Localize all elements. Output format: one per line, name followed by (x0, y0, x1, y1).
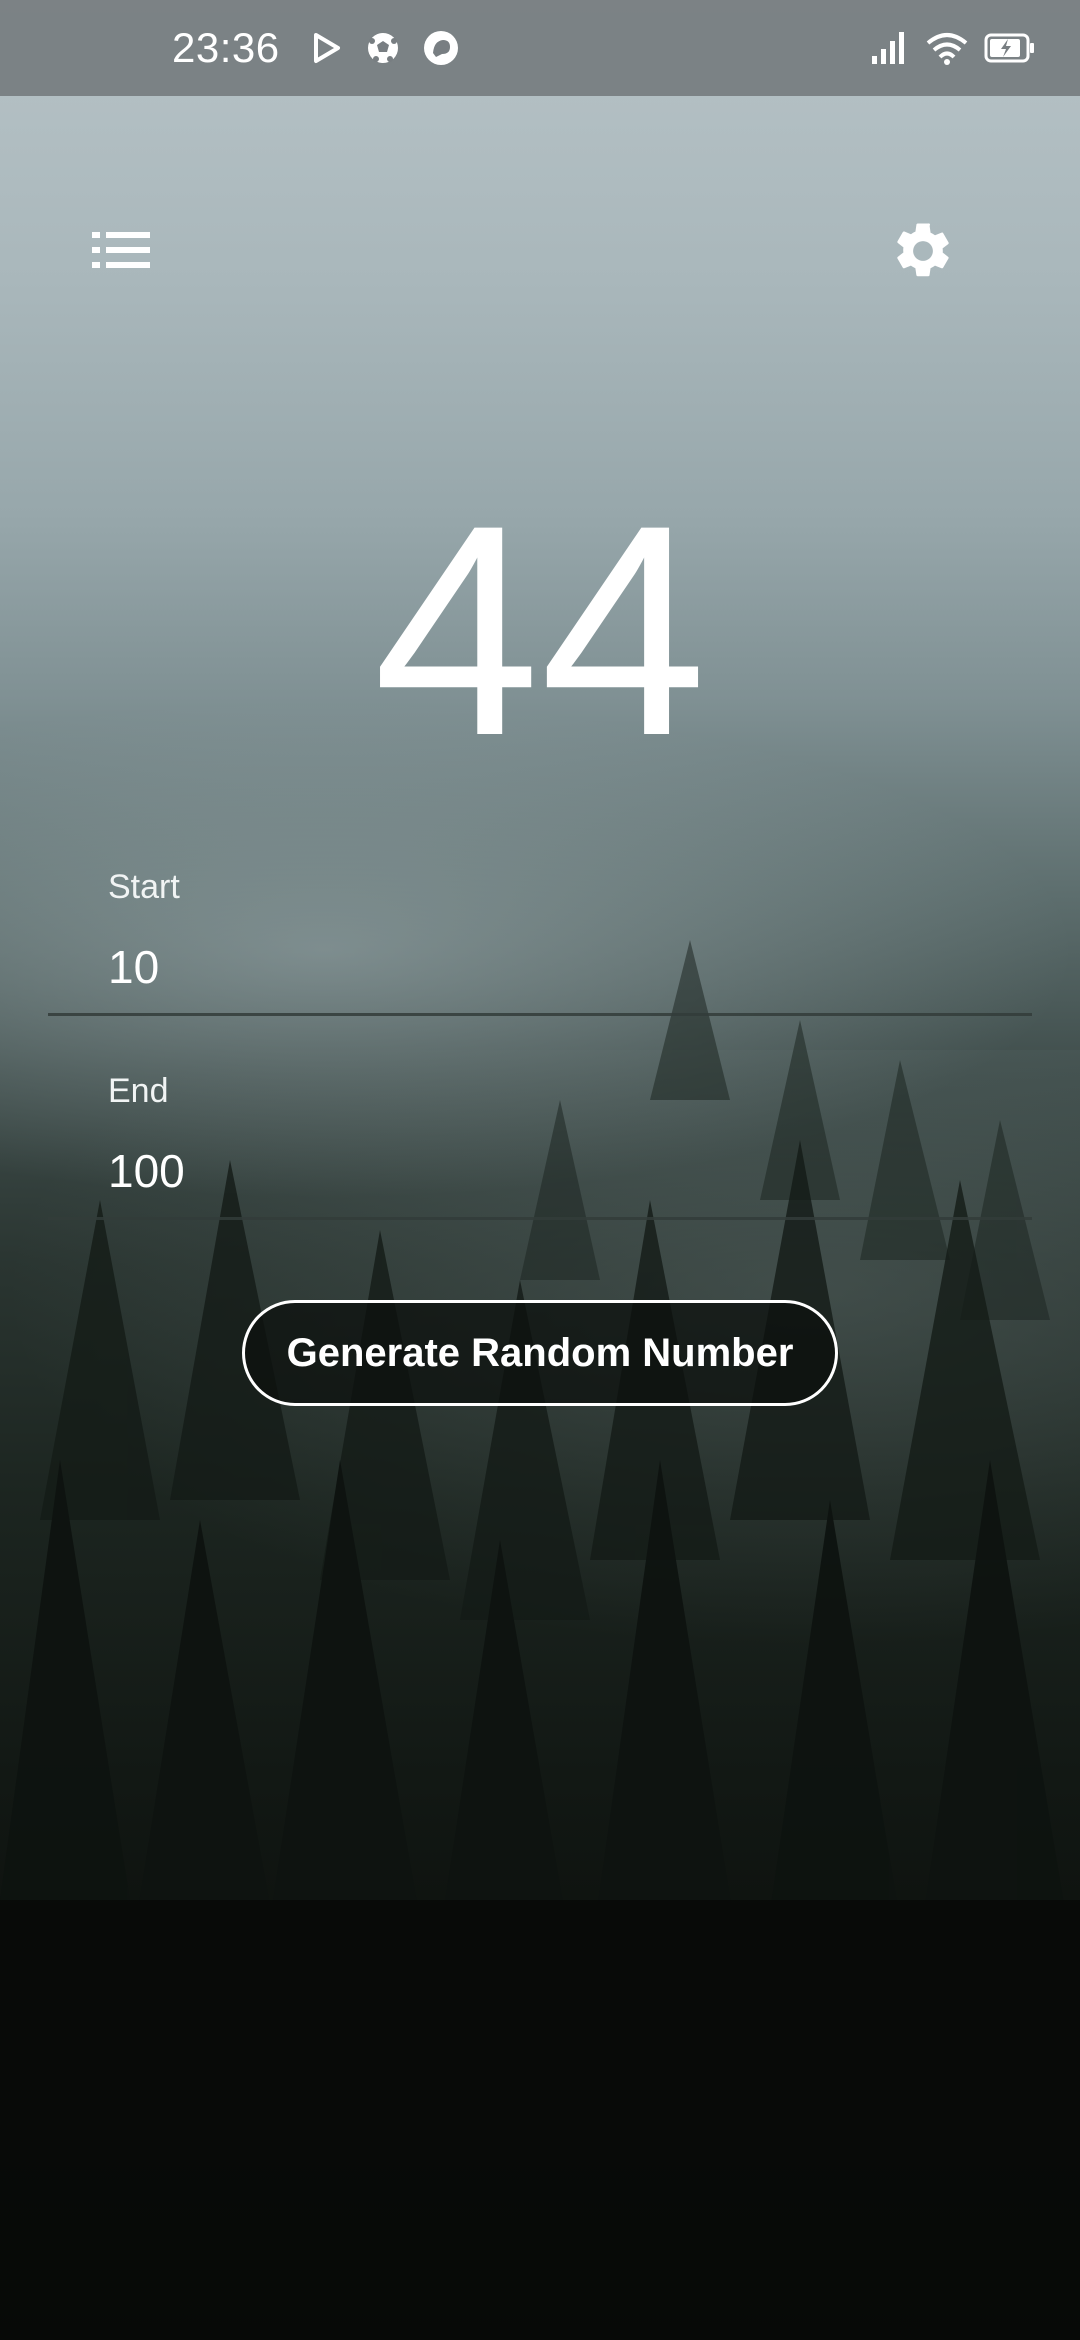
generate-random-number-button[interactable]: Generate Random Number (242, 1300, 838, 1406)
battery-charging-icon (984, 33, 1034, 63)
gear-icon[interactable] (890, 218, 956, 284)
notification-icons (310, 29, 460, 67)
system-icons (870, 30, 1036, 66)
status-time: 23:36 (172, 24, 280, 71)
list-icon[interactable] (88, 222, 154, 278)
soccer-ball-icon (367, 33, 398, 63)
end-field-label: End (108, 1072, 169, 1110)
status-bar: 23:36 (0, 0, 1080, 96)
play-store-icon (313, 33, 340, 63)
random-number-result: 44 (373, 462, 707, 798)
start-field[interactable]: Start 10 (48, 862, 1032, 1020)
end-input[interactable]: 100 (108, 1144, 185, 1198)
signal-icon (872, 32, 904, 64)
end-field-underline (48, 1217, 1032, 1220)
start-field-underline (48, 1013, 1032, 1016)
chat-bubble-icon (423, 31, 458, 65)
app-screen: 23:36 44 Start 10 End 100 Generate Rando… (0, 0, 1080, 2340)
end-field[interactable]: End 100 (48, 1066, 1032, 1224)
wifi-icon (926, 33, 968, 65)
start-field-label: Start (108, 868, 180, 906)
start-input[interactable]: 10 (108, 940, 159, 994)
generate-button-label: Generate Random Number (286, 1330, 794, 1375)
